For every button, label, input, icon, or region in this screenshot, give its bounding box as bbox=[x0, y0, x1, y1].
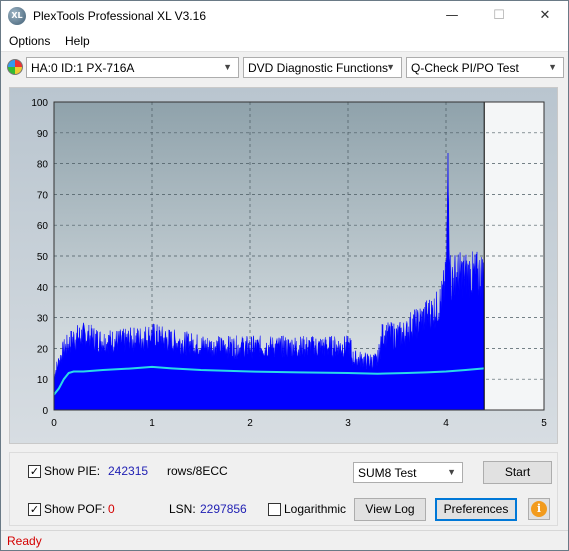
x-tick-label: 2 bbox=[247, 418, 253, 429]
maximize-button[interactable]: ☐ bbox=[476, 1, 522, 31]
function-select[interactable]: DVD Diagnostic Functions ▼ bbox=[243, 57, 402, 78]
y-tick-label: 70 bbox=[37, 190, 49, 201]
sum-test-select-value: SUM8 Test bbox=[358, 466, 417, 480]
menu-help[interactable]: Help bbox=[65, 34, 90, 48]
view-log-button[interactable]: View Log bbox=[354, 498, 426, 521]
test-type-select-value: Q-Check PI/PO Test bbox=[411, 61, 519, 75]
window-title: PlexTools Professional XL V3.16 bbox=[33, 9, 206, 23]
logarithmic-label: Logarithmic bbox=[284, 502, 347, 516]
show-pie-checkbox[interactable]: ✓ bbox=[28, 465, 41, 478]
y-tick-label: 100 bbox=[31, 98, 48, 109]
sum-test-select[interactable]: SUM8 Test ▼ bbox=[353, 462, 463, 483]
x-tick-label: 4 bbox=[443, 418, 449, 429]
chevron-down-icon: ▼ bbox=[223, 62, 232, 72]
info-icon: i bbox=[531, 501, 547, 517]
function-select-value: DVD Diagnostic Functions bbox=[248, 61, 389, 75]
chevron-down-icon: ▼ bbox=[386, 62, 395, 72]
y-tick-label: 20 bbox=[37, 344, 49, 355]
show-pof-checkbox[interactable]: ✓ bbox=[28, 503, 41, 516]
chart-panel: 0 10 20 30 40 50 60 70 80 90 100 0 1 2 3 4 5 bbox=[9, 87, 558, 444]
lsn-value: 2297856 bbox=[200, 502, 247, 516]
chevron-down-icon: ▼ bbox=[548, 62, 557, 72]
info-button[interactable]: i bbox=[528, 498, 550, 520]
pie-unit: rows/8ECC bbox=[167, 464, 228, 478]
x-tick-label: 3 bbox=[345, 418, 351, 429]
x-tick-label: 5 bbox=[541, 418, 547, 429]
pie-count: 242315 bbox=[108, 464, 149, 478]
drive-select-value: HA:0 ID:1 PX-716A bbox=[31, 61, 135, 75]
chevron-down-icon: ▼ bbox=[447, 467, 456, 477]
close-button[interactable]: ✕ bbox=[522, 1, 568, 31]
show-pof-label: Show POF: bbox=[44, 502, 106, 516]
control-panel: ✓ Show PIE: 242315 rows/8ECC SUM8 Test ▼… bbox=[9, 452, 558, 526]
disc-icon bbox=[7, 59, 23, 75]
pi-po-chart: 0 10 20 30 40 50 60 70 80 90 100 0 1 2 3 4 5 bbox=[31, 98, 547, 429]
menu-bar: Options Help bbox=[1, 31, 568, 51]
y-tick-label: 50 bbox=[37, 252, 49, 263]
y-tick-label: 30 bbox=[37, 314, 49, 325]
toolbar: HA:0 ID:1 PX-716A ▼ DVD Diagnostic Funct… bbox=[1, 51, 568, 81]
minimize-button[interactable]: — bbox=[429, 1, 475, 31]
app-window: XL PlexTools Professional XL V3.16 — ☐ ✕… bbox=[0, 0, 569, 551]
y-tick-label: 90 bbox=[37, 129, 49, 140]
y-tick-label: 10 bbox=[37, 375, 49, 386]
y-tick-label: 60 bbox=[37, 221, 49, 232]
y-tick-label: 40 bbox=[37, 283, 49, 294]
test-type-select[interactable]: Q-Check PI/PO Test ▼ bbox=[406, 57, 564, 78]
preferences-button[interactable]: Preferences bbox=[435, 498, 517, 521]
y-tick-label: 0 bbox=[42, 406, 48, 417]
title-bar: XL PlexTools Professional XL V3.16 — ☐ ✕ bbox=[1, 1, 568, 31]
drive-select[interactable]: HA:0 ID:1 PX-716A ▼ bbox=[26, 57, 239, 78]
x-tick-label: 0 bbox=[51, 418, 57, 429]
status-bar: Ready bbox=[1, 530, 568, 550]
app-icon: XL bbox=[8, 7, 26, 25]
y-tick-label: 80 bbox=[37, 160, 49, 171]
logarithmic-checkbox[interactable] bbox=[268, 503, 281, 516]
status-text: Ready bbox=[7, 534, 42, 548]
lsn-label: LSN: bbox=[169, 502, 196, 516]
x-tick-label: 1 bbox=[149, 418, 155, 429]
show-pie-label: Show PIE: bbox=[44, 464, 101, 478]
pof-count: 0 bbox=[108, 502, 115, 516]
menu-options[interactable]: Options bbox=[9, 34, 50, 48]
start-button[interactable]: Start bbox=[483, 461, 552, 484]
